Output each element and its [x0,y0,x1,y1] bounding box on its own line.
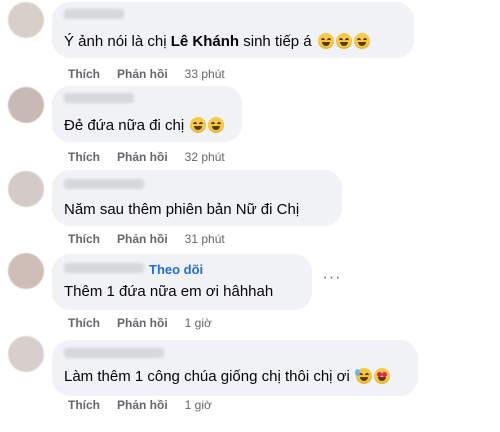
reply-button[interactable]: Phản hồi [117,316,168,330]
commenter-name-blurred[interactable] [64,348,164,358]
reply-button[interactable]: Phản hồi [117,150,168,164]
comment-timestamp[interactable]: 1 giờ [185,398,212,412]
comment-bubble: Năm sau thêm phiên bản Nữ đi Chị [52,170,342,226]
avatar[interactable] [8,171,44,207]
comment-actions: Thích Phản hồi 1 giờ [68,398,212,412]
sweat-smile-emoji [355,368,373,384]
grinning-sweat-face-emoji [353,33,370,49]
grinning-face-emoji [208,117,225,133]
reply-button[interactable]: Phản hồi [117,232,168,246]
like-button[interactable]: Thích [68,67,100,81]
more-options-button[interactable]: ··· [322,268,342,288]
reply-button[interactable]: Phản hồi [117,67,168,81]
comment-bubble: Làm thêm 1 công chúa giống chị thôi chị … [52,340,418,396]
comment-actions: Thích Phản hồi 32 phút [68,150,225,164]
comment-text: Ý ảnh nói là chị Lê Khánh sinh tiếp á [64,33,370,50]
grinning-face-emoji [190,117,207,133]
comment-actions: Thích Phản hồi 31 phút [68,232,225,246]
comment-timestamp[interactable]: 1 giờ [185,316,212,330]
follow-button[interactable]: Theo dõi [149,262,203,277]
avatar[interactable] [8,87,44,123]
commenter-name-blurred[interactable] [64,263,144,273]
grinning-sweat-face-emoji [317,33,334,49]
comment-text: Đẻ đứa nữa đi chị [64,117,225,134]
comment-bubble: Đẻ đứa nữa đi chị [52,86,242,142]
comment-text: Năm sau thêm phiên bản Nữ đi Chị [64,201,300,218]
avatar[interactable] [8,253,44,289]
grinning-sweat-face-emoji [335,33,352,49]
mentioned-name[interactable]: Lê Khánh [171,33,239,50]
comment-timestamp[interactable]: 33 phút [185,67,225,81]
comment-actions: Thích Phản hồi 33 phút [68,67,225,81]
avatar[interactable] [8,2,44,38]
comment-text: Làm thêm 1 công chúa giống chị thôi chị … [64,368,391,385]
like-button[interactable]: Thích [68,150,100,164]
reply-button[interactable]: Phản hồi [117,398,168,412]
heart-eyes-emoji [374,368,391,384]
comment-actions: Thích Phản hồi 1 giờ [68,316,212,330]
commenter-name-blurred[interactable] [64,9,124,19]
like-button[interactable]: Thích [68,316,100,330]
comment-bubble: Ý ảnh nói là chị Lê Khánh sinh tiếp á [52,2,414,58]
commenter-name-blurred[interactable] [64,93,134,103]
comment-bubble: Theo dõi Thêm 1 đứa nữa em ơi hâhhah [52,254,312,310]
commenter-name-blurred[interactable] [64,179,144,189]
comment-timestamp[interactable]: 31 phút [185,232,225,246]
comment-timestamp[interactable]: 32 phút [185,150,225,164]
like-button[interactable]: Thích [68,398,100,412]
avatar[interactable] [8,336,44,372]
like-button[interactable]: Thích [68,232,100,246]
comment-text: Thêm 1 đứa nữa em ơi hâhhah [64,283,274,300]
